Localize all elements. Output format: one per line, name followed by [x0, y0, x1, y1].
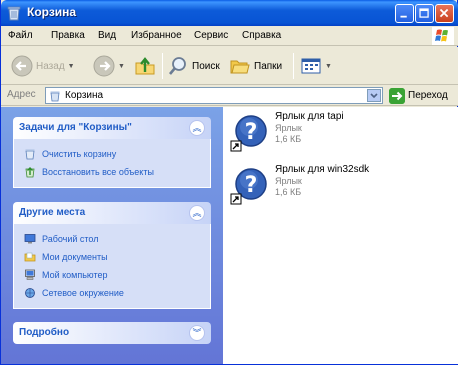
close-icon	[439, 8, 449, 18]
place-label: Мои документы	[42, 252, 108, 262]
place-my-documents[interactable]: Мои документы	[24, 248, 204, 266]
details-panel: Подробно ︾	[13, 322, 211, 344]
file-type: Ярлык	[275, 123, 302, 133]
close-button[interactable]	[435, 4, 454, 23]
folders-icon	[230, 60, 250, 74]
file-item[interactable]: ? Ярлык для tapi Ярлык 1,6 КБ	[229, 111, 449, 155]
address-value: Корзина	[65, 90, 104, 101]
back-dropdown-icon[interactable]: ▼	[68, 63, 75, 70]
task-pane: Задачи для "Корзины" ︽ Очистить корзину	[1, 107, 223, 364]
other-places-body: Рабочий стол Мои документы Мой компьютер…	[13, 224, 211, 309]
details-title: Подробно	[19, 327, 70, 338]
unknown-shortcut-icon: ?	[230, 115, 267, 152]
recycle-bin-icon	[7, 6, 21, 21]
menu-edit[interactable]: Правка	[51, 30, 85, 41]
place-my-computer[interactable]: Мой компьютер	[24, 266, 204, 284]
file-size: 1,6 КБ	[275, 134, 302, 144]
search-icon	[169, 57, 186, 75]
desktop-icon	[24, 234, 36, 244]
file-name: Ярлык для tapi	[275, 111, 344, 122]
task-restore-all[interactable]: Восстановить все объекты	[24, 163, 204, 181]
folders-label: Папки	[254, 60, 283, 72]
windows-logo-icon	[432, 27, 454, 45]
computer-icon	[25, 269, 35, 280]
minimize-icon	[400, 15, 407, 18]
address-bar: Адрес Корзина Переход	[1, 85, 458, 106]
task-empty-recycle-bin[interactable]: Очистить корзину	[24, 145, 204, 163]
maximize-icon	[419, 8, 429, 18]
go-button[interactable]: Переход	[389, 87, 448, 104]
documents-folder-icon	[24, 252, 36, 262]
explorer-window: Корзина Файл Правка Вид Избранное Сервис…	[0, 0, 458, 365]
svg-text:?: ?	[245, 173, 258, 198]
svg-text:?: ?	[245, 120, 258, 145]
content-area: Задачи для "Корзины" ︽ Очистить корзину	[1, 107, 458, 364]
minimize-button[interactable]	[395, 4, 414, 23]
place-label: Мой компьютер	[42, 270, 108, 280]
file-name: Ярлык для win32sdk	[275, 164, 370, 175]
other-places-title: Другие места	[19, 207, 86, 218]
recycle-tasks-panel: Задачи для "Корзины" ︽ Очистить корзину	[13, 117, 211, 188]
task-label: Восстановить все объекты	[42, 167, 154, 177]
file-size: 1,6 КБ	[275, 187, 302, 197]
recycle-tasks-header[interactable]: Задачи для "Корзины" ︽	[13, 117, 211, 139]
collapse-icon[interactable]: ︽	[189, 120, 205, 136]
maximize-button[interactable]	[415, 4, 434, 23]
folder-up-icon	[135, 57, 155, 75]
views-button[interactable]: ▼	[300, 52, 332, 80]
back-label: Назад	[36, 60, 65, 72]
views-icon	[301, 58, 321, 74]
menu-favorites[interactable]: Избранное	[131, 30, 182, 41]
expand-icon[interactable]: ︾	[189, 325, 205, 341]
back-arrow-icon	[11, 55, 33, 77]
file-type: Ярлык	[275, 176, 302, 186]
unknown-shortcut-icon: ?	[230, 168, 267, 205]
empty-bin-icon	[25, 149, 35, 160]
address-input[interactable]: Корзина	[45, 87, 383, 104]
place-network[interactable]: Сетевое окружение	[24, 284, 204, 302]
recycle-tasks-body: Очистить корзину Восстановить все объект…	[13, 139, 211, 188]
menu-tools[interactable]: Сервис	[194, 30, 228, 41]
window-title: Корзина	[27, 5, 77, 19]
address-dropdown-button[interactable]	[367, 89, 381, 102]
place-label: Сетевое окружение	[42, 288, 124, 298]
place-label: Рабочий стол	[42, 234, 99, 244]
go-arrow-icon	[389, 87, 405, 104]
title-bar[interactable]: Корзина	[1, 0, 458, 26]
restore-icon	[25, 167, 35, 178]
toolbar-separator	[162, 53, 163, 79]
collapse-icon[interactable]: ︽	[189, 205, 205, 221]
search-label: Поиск	[192, 60, 220, 72]
go-label: Переход	[408, 90, 448, 101]
address-label: Адрес	[7, 89, 36, 100]
menu-file[interactable]: Файл	[8, 30, 33, 41]
network-icon	[25, 288, 35, 298]
forward-button[interactable]: ▼	[93, 52, 125, 80]
search-button[interactable]: Поиск	[167, 52, 220, 80]
views-dropdown-icon[interactable]: ▼	[325, 63, 332, 70]
place-desktop[interactable]: Рабочий стол	[24, 230, 204, 248]
folders-button[interactable]: Папки	[229, 52, 282, 80]
toolbar: Назад ▼ ▼ Поиск Папки ▼	[1, 47, 458, 85]
details-header[interactable]: Подробно ︾	[13, 322, 211, 344]
file-item[interactable]: ? Ярлык для win32sdk Ярлык 1,6 КБ	[229, 164, 449, 208]
forward-arrow-icon	[93, 55, 115, 77]
toolbar-separator	[293, 53, 294, 79]
menu-bar: Файл Правка Вид Избранное Сервис Справка	[1, 26, 458, 46]
other-places-header[interactable]: Другие места ︽	[13, 202, 211, 224]
forward-dropdown-icon[interactable]: ▼	[118, 63, 125, 70]
up-button[interactable]	[134, 52, 156, 80]
chevron-down-icon	[370, 93, 378, 99]
menu-help[interactable]: Справка	[242, 30, 281, 41]
other-places-panel: Другие места ︽ Рабочий стол Мои документ…	[13, 202, 211, 309]
task-label: Очистить корзину	[42, 149, 117, 159]
recycle-bin-icon	[50, 91, 60, 102]
menu-view[interactable]: Вид	[98, 30, 116, 41]
back-button[interactable]: Назад ▼	[11, 52, 75, 80]
recycle-tasks-title: Задачи для "Корзины"	[19, 122, 132, 133]
